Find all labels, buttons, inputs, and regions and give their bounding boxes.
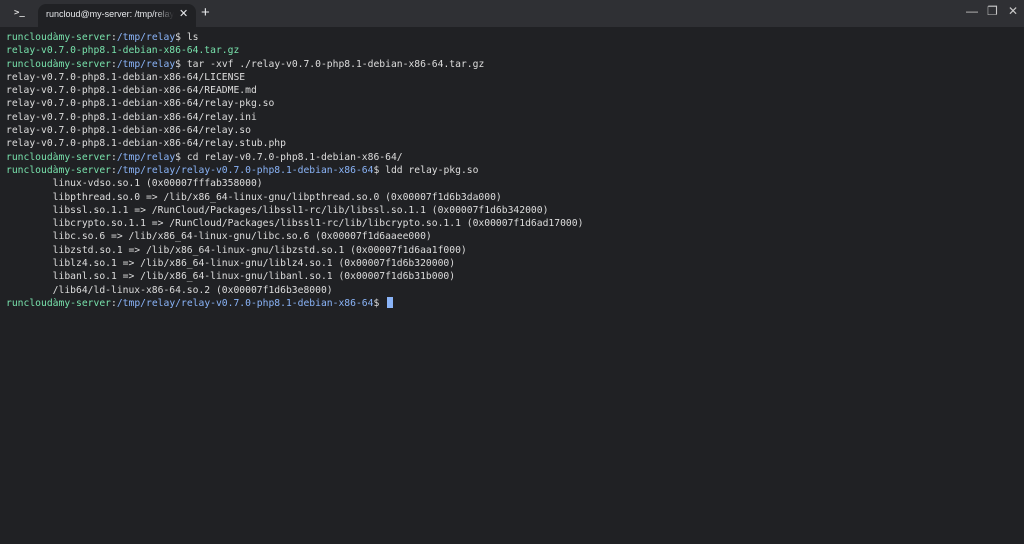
output-line: relay-v0.7.0-php8.1-debian-x86-64/relay-…	[6, 97, 583, 110]
prompt-user: runcloudàmy-server	[6, 58, 111, 70]
minimize-icon[interactable]: —	[966, 4, 978, 18]
output-text: libanl.so.1 => /lib/x86_64-linux-gnu/lib…	[6, 271, 456, 283]
output-text: libzstd.so.1 => /lib/x86_64-linux-gnu/li…	[6, 244, 467, 256]
output-line: relay-v0.7.0-php8.1-debian-x86-64.tar.gz	[6, 44, 583, 57]
tab-terminal[interactable]: runcloud@my-server: /tmp/relay/relay-v0.…	[38, 4, 196, 27]
output-line: relay-v0.7.0-php8.1-debian-x86-64/relay.…	[6, 137, 583, 150]
prompt-line: runcloudàmy-server:/tmp/relay/relay-v0.7…	[6, 296, 583, 310]
output-line: /lib64/ld-linux-x86-64.so.2 (0x00007f1d6…	[6, 284, 583, 297]
command-text: tar -xvf ./relay-v0.7.0-php8.1-debian-x8…	[181, 58, 485, 70]
output-text: libc.so.6 => /lib/x86_64-linux-gnu/libc.…	[6, 231, 432, 243]
archive-file: relay-v0.7.0-php8.1-debian-x86-64.tar.gz	[6, 45, 240, 57]
prompt-user: runcloudàmy-server	[6, 297, 111, 309]
output-text: libpthread.so.0 => /lib/x86_64-linux-gnu…	[6, 191, 502, 203]
output-line: relay-v0.7.0-php8.1-debian-x86-64/README…	[6, 84, 583, 97]
tab-bar: >_ runcloud@my-server: /tmp/relay/relay-…	[0, 0, 1024, 27]
restore-icon[interactable]: ❐	[987, 4, 998, 18]
output-line: linux-vdso.so.1 (0x00007fffab358000)	[6, 177, 583, 190]
prompt-line: runcloudàmy-server:/tmp/relay$ cd relay-…	[6, 151, 583, 164]
output-line: relay-v0.7.0-php8.1-debian-x86-64/relay.…	[6, 111, 583, 124]
output-line: libpthread.so.0 => /lib/x86_64-linux-gnu…	[6, 191, 583, 204]
output-text: relay-v0.7.0-php8.1-debian-x86-64/LICENS…	[6, 71, 246, 83]
output-text: libssl.so.1.1 => /RunCloud/Packages/libs…	[6, 204, 549, 216]
tab-title: runcloud@my-server: /tmp/relay/relay-v0.…	[46, 9, 174, 19]
close-tab-icon[interactable]: ✕	[179, 7, 188, 20]
prompt-line: runcloudàmy-server:/tmp/relay$ tar -xvf …	[6, 58, 583, 71]
output-text: relay-v0.7.0-php8.1-debian-x86-64/relay.…	[6, 138, 286, 150]
output-text: libcrypto.so.1.1 => /RunCloud/Packages/l…	[6, 218, 584, 230]
output-text: relay-v0.7.0-php8.1-debian-x86-64/relay.…	[6, 111, 257, 123]
output-text: linux-vdso.so.1 (0x00007fffab358000)	[6, 178, 263, 190]
cursor	[387, 296, 394, 308]
output-line: libcrypto.so.1.1 => /RunCloud/Packages/l…	[6, 217, 584, 230]
output-text: liblz4.so.1 => /lib/x86_64-linux-gnu/lib…	[6, 258, 456, 270]
terminal-icon[interactable]: >_	[14, 6, 28, 20]
prompt-line: runcloudàmy-server:/tmp/relay$ ls	[6, 31, 583, 44]
command-text	[379, 298, 385, 309]
prompt-path: /tmp/relay/relay-v0.7.0-php8.1-debian-x8…	[116, 297, 374, 309]
output-text: relay-v0.7.0-php8.1-debian-x86-64/relay.…	[6, 125, 251, 137]
output-line: relay-v0.7.0-php8.1-debian-x86-64/LICENS…	[6, 71, 583, 84]
command-text: cd relay-v0.7.0-php8.1-debian-x86-64/	[181, 151, 403, 163]
prompt-path: /tmp/relay	[116, 58, 176, 70]
command-text: ls	[181, 32, 199, 43]
output-line: liblz4.so.1 => /lib/x86_64-linux-gnu/lib…	[6, 257, 583, 270]
output-line: libanl.so.1 => /lib/x86_64-linux-gnu/lib…	[6, 270, 583, 283]
prompt-path: /tmp/relay/relay-v0.7.0-php8.1-debian-x8…	[116, 164, 374, 176]
prompt-path: /tmp/relay	[116, 32, 176, 43]
prompt-user: runcloudàmy-server	[6, 151, 111, 163]
prompt-user: runcloudàmy-server	[6, 164, 111, 176]
terminal-output[interactable]: runcloudàmy-server:/tmp/relay$ ls relay-v…	[6, 31, 583, 310]
output-line: libzstd.so.1 => /lib/x86_64-linux-gnu/li…	[6, 244, 583, 257]
new-tab-button[interactable]: +	[201, 4, 210, 21]
output-text: relay-v0.7.0-php8.1-debian-x86-64/README…	[6, 85, 257, 97]
prompt-user: runcloudàmy-server	[6, 32, 111, 43]
prompt-line: runcloudàmy-server:/tmp/relay/relay-v0.7…	[6, 164, 583, 177]
close-window-icon[interactable]: ✕	[1008, 4, 1018, 18]
output-line: libssl.so.1.1 => /RunCloud/Packages/libs…	[6, 204, 583, 217]
prompt-path: /tmp/relay	[116, 151, 176, 163]
command-text: ldd relay-pkg.so	[379, 164, 479, 176]
output-line: relay-v0.7.0-php8.1-debian-x86-64/relay.…	[6, 124, 583, 137]
output-line: libc.so.6 => /lib/x86_64-linux-gnu/libc.…	[6, 230, 583, 243]
output-text: /lib64/ld-linux-x86-64.so.2 (0x00007f1d6…	[6, 284, 333, 296]
output-text: relay-v0.7.0-php8.1-debian-x86-64/relay-…	[6, 98, 275, 110]
